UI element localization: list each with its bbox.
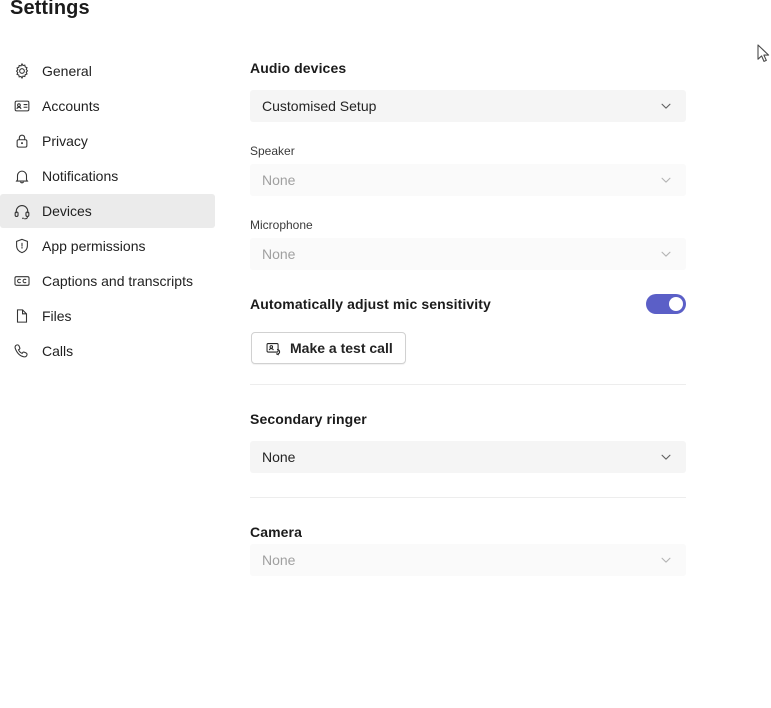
sidebar-item-notifications[interactable]: Notifications bbox=[0, 159, 215, 193]
microphone-dropdown[interactable]: None bbox=[250, 238, 686, 270]
settings-sidebar: General Accounts Privacy Notifications D… bbox=[0, 54, 232, 368]
sidebar-item-label: Privacy bbox=[42, 133, 88, 149]
closed-caption-icon bbox=[12, 271, 32, 291]
sidebar-item-label: General bbox=[42, 63, 92, 79]
sidebar-item-accounts[interactable]: Accounts bbox=[0, 89, 215, 123]
mic-sensitivity-toggle[interactable] bbox=[646, 294, 686, 314]
page-title: Settings bbox=[10, 0, 90, 19]
make-a-test-call-label: Make a test call bbox=[290, 340, 393, 356]
camera-dropdown[interactable]: None bbox=[250, 544, 686, 576]
devices-settings-panel: Audio devices Customised Setup Speaker N… bbox=[250, 60, 686, 576]
lock-icon bbox=[12, 131, 32, 151]
mic-sensitivity-label: Automatically adjust mic sensitivity bbox=[250, 296, 491, 312]
sidebar-item-general[interactable]: General bbox=[0, 54, 215, 88]
shield-icon bbox=[12, 236, 32, 256]
sidebar-item-calls[interactable]: Calls bbox=[0, 334, 215, 368]
toggle-knob bbox=[669, 297, 683, 311]
mic-sensitivity-row: Automatically adjust mic sensitivity bbox=[250, 294, 686, 314]
chevron-down-icon bbox=[658, 552, 674, 568]
secondary-ringer-dropdown[interactable]: None bbox=[250, 441, 686, 473]
phone-icon bbox=[12, 341, 32, 361]
contact-card-icon bbox=[12, 96, 32, 116]
sidebar-item-label: App permissions bbox=[42, 238, 146, 254]
sidebar-item-label: Captions and transcripts bbox=[42, 273, 193, 289]
camera-value: None bbox=[262, 552, 296, 568]
file-icon bbox=[12, 306, 32, 326]
mouse-cursor bbox=[757, 44, 771, 64]
make-a-test-call-button[interactable]: Make a test call bbox=[251, 332, 406, 364]
headset-icon bbox=[12, 201, 32, 221]
divider-after-test-call bbox=[250, 384, 686, 385]
test-call-row: Make a test call bbox=[250, 332, 686, 364]
sidebar-item-devices[interactable]: Devices bbox=[0, 194, 215, 228]
sidebar-item-files[interactable]: Files bbox=[0, 299, 215, 333]
sidebar-item-label: Accounts bbox=[42, 98, 100, 114]
chevron-down-icon bbox=[658, 172, 674, 188]
bell-icon bbox=[12, 166, 32, 186]
speaker-label: Speaker bbox=[250, 144, 295, 158]
sidebar-item-privacy[interactable]: Privacy bbox=[0, 124, 215, 158]
divider-after-secondary-ringer bbox=[250, 497, 686, 498]
sidebar-item-captions-and-transcripts[interactable]: Captions and transcripts bbox=[0, 264, 215, 298]
speaker-dropdown[interactable]: None bbox=[250, 164, 686, 196]
audio-setup-value: Customised Setup bbox=[262, 98, 377, 114]
microphone-value: None bbox=[262, 246, 296, 262]
audio-setup-dropdown[interactable]: Customised Setup bbox=[250, 90, 686, 122]
audio-devices-heading: Audio devices bbox=[250, 60, 347, 76]
sidebar-item-app-permissions[interactable]: App permissions bbox=[0, 229, 215, 263]
chevron-down-icon bbox=[658, 449, 674, 465]
sidebar-item-label: Notifications bbox=[42, 168, 119, 184]
chevron-down-icon bbox=[658, 246, 674, 262]
sidebar-item-label: Files bbox=[42, 308, 72, 324]
secondary-ringer-value: None bbox=[262, 449, 296, 465]
test-call-icon bbox=[264, 339, 282, 357]
secondary-ringer-heading: Secondary ringer bbox=[250, 411, 367, 427]
chevron-down-icon bbox=[658, 98, 674, 114]
gear-icon bbox=[12, 61, 32, 81]
microphone-label: Microphone bbox=[250, 218, 313, 232]
camera-heading: Camera bbox=[250, 524, 302, 540]
speaker-value: None bbox=[262, 172, 296, 188]
sidebar-item-label: Calls bbox=[42, 343, 74, 359]
sidebar-item-label: Devices bbox=[42, 203, 92, 219]
